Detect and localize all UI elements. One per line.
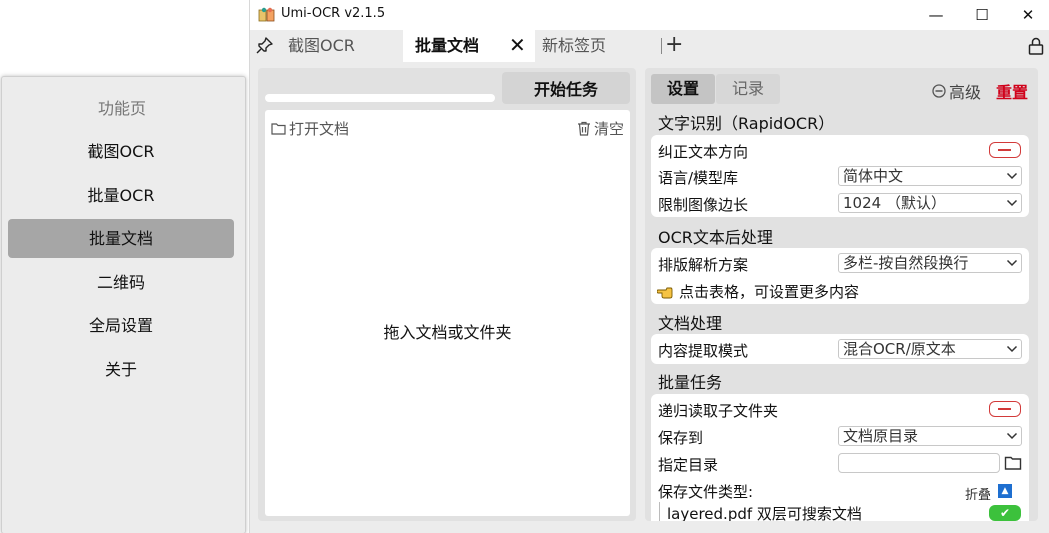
maximize-button[interactable]: ☐: [959, 0, 1005, 30]
extract-mode-select-value: 混合OCR/原文本: [843, 340, 956, 358]
fold-label[interactable]: 折叠: [965, 484, 991, 503]
layered-pdf-label: layered.pdf 双层可搜索文档: [667, 505, 862, 521]
nav-item-global-settings[interactable]: 全局设置: [8, 306, 234, 345]
app-icon: [258, 7, 275, 22]
drop-hint: 拖入文档或文件夹: [383, 323, 512, 342]
limit-side-label: 限制图像边长: [658, 196, 749, 214]
fold-toggle-icon[interactable]: ▲: [998, 484, 1012, 498]
ocr-settings-group: 纠正文本方向 语言/模型库 简体中文 限制图像边长 1024 （默认）: [651, 135, 1029, 217]
limit-side-select-value: 1024 （默认）: [843, 194, 946, 212]
tab-records[interactable]: 记录: [716, 74, 780, 104]
minus-circle-icon: [932, 84, 946, 98]
batch-settings-group: 递归读取子文件夹 保存到 文档原目录 指定目录 保存文件类型: 折叠 ▲ lay…: [651, 394, 1029, 521]
section-title-batch: 批量任务: [658, 373, 723, 392]
tab-settings[interactable]: 设置: [651, 74, 715, 104]
open-doc-button[interactable]: 打开文档: [271, 118, 349, 139]
chevron-down-icon: [1006, 172, 1018, 180]
language-label: 语言/模型库: [658, 169, 739, 187]
language-select[interactable]: 简体中文: [838, 166, 1022, 186]
chevron-down-icon: [1006, 199, 1018, 207]
batch-doc-panel: 开始任务 打开文档 清空 拖入文档或文件夹: [258, 68, 636, 521]
title-bar: Umi-OCR v2.1.5 — ☐ ✕: [250, 0, 1049, 30]
pointing-hand-icon: [657, 287, 673, 298]
lock-icon[interactable]: [1027, 36, 1045, 56]
correct-direction-label: 纠正文本方向: [658, 143, 749, 161]
open-doc-label: 打开文档: [289, 120, 350, 138]
save-to-select[interactable]: 文档原目录: [838, 426, 1022, 446]
add-tab-icon[interactable]: +: [665, 32, 683, 58]
nav-title: 功能页: [97, 99, 146, 118]
section-title-post: OCR文本后处理: [658, 228, 773, 247]
list-indent-line: [659, 502, 660, 521]
doc-settings-group: 内容提取模式 混合OCR/原文本: [651, 334, 1029, 364]
correct-direction-switch[interactable]: [989, 142, 1021, 158]
window-title: Umi-OCR v2.1.5: [281, 6, 386, 21]
layout-scheme-select[interactable]: 多栏-按自然段换行: [838, 253, 1022, 273]
layered-pdf-checkbox[interactable]: ✔: [989, 505, 1021, 521]
nav-item-batch-doc[interactable]: 批量文档: [8, 219, 234, 258]
layout-scheme-label: 排版解析方案: [658, 256, 749, 274]
extract-mode-select[interactable]: 混合OCR/原文本: [838, 339, 1022, 359]
language-select-value: 简体中文: [843, 167, 904, 185]
tab-bar: 截图OCR 批量文档 ✕ 新标签页 +: [250, 30, 1049, 62]
target-dir-input[interactable]: [838, 453, 1000, 473]
file-drop-area[interactable]: 打开文档 清空 拖入文档或文件夹: [265, 110, 630, 516]
nav-item-screenshot-ocr[interactable]: 截图OCR: [8, 132, 234, 171]
recursive-switch[interactable]: [989, 401, 1021, 417]
tab-close-icon[interactable]: ✕: [509, 33, 526, 57]
post-settings-group: 排版解析方案 多栏-按自然段换行 点击表格，可设置更多内容: [651, 248, 1029, 304]
folder-icon[interactable]: [1004, 455, 1022, 471]
reset-button[interactable]: 重置: [996, 79, 1028, 103]
target-dir-label: 指定目录: [658, 456, 719, 474]
save-to-label: 保存到: [658, 429, 704, 447]
chevron-down-icon: [1006, 432, 1018, 440]
settings-panel: 设置 记录 高级 重置 文字识别（RapidOCR） 纠正文本方向 语言/模型库…: [645, 68, 1038, 521]
tab-label: 批量文档: [415, 36, 480, 55]
clear-button[interactable]: 清空: [577, 118, 624, 139]
chevron-down-icon: [1006, 345, 1018, 353]
section-title-doc: 文档处理: [658, 314, 723, 333]
chevron-down-icon: [1006, 259, 1018, 267]
pin-icon[interactable]: [256, 36, 274, 56]
tab-screenshot-ocr[interactable]: 截图OCR: [288, 30, 398, 62]
nav-item-qrcode[interactable]: 二维码: [8, 263, 234, 302]
advanced-label: 高级: [949, 83, 982, 102]
save-to-select-value: 文档原目录: [843, 427, 919, 445]
start-task-button[interactable]: 开始任务: [502, 72, 630, 104]
task-progress-bar: [265, 94, 495, 102]
layout-scheme-select-value: 多栏-按自然段换行: [843, 254, 969, 272]
section-title-ocr: 文字识别（RapidOCR）: [658, 114, 835, 133]
limit-side-select[interactable]: 1024 （默认）: [838, 193, 1022, 213]
navigation-panel: 功能页 截图OCR 批量OCR 批量文档 二维码 全局设置 关于: [1, 76, 246, 533]
close-window-button[interactable]: ✕: [1005, 0, 1049, 30]
clear-label: 清空: [593, 120, 624, 138]
recursive-label: 递归读取子文件夹: [658, 402, 779, 420]
tab-new[interactable]: 新标签页: [542, 30, 652, 62]
extract-mode-label: 内容提取模式: [658, 342, 749, 360]
trash-icon: [577, 121, 590, 136]
nav-item-about[interactable]: 关于: [8, 350, 234, 389]
table-hint-text: 点击表格，可设置更多内容: [679, 283, 860, 301]
advanced-toggle[interactable]: 高级: [932, 79, 981, 103]
main-window: Umi-OCR v2.1.5 — ☐ ✕ 截图OCR 批量文档 ✕ 新标签页 +…: [249, 0, 1049, 533]
table-hint: 点击表格，可设置更多内容: [657, 281, 859, 302]
minimize-button[interactable]: —: [913, 0, 959, 30]
nav-item-batch-ocr[interactable]: 批量OCR: [8, 176, 234, 215]
save-types-label: 保存文件类型:: [658, 483, 754, 501]
tab-separator: [661, 38, 662, 54]
folder-icon: [271, 123, 286, 135]
